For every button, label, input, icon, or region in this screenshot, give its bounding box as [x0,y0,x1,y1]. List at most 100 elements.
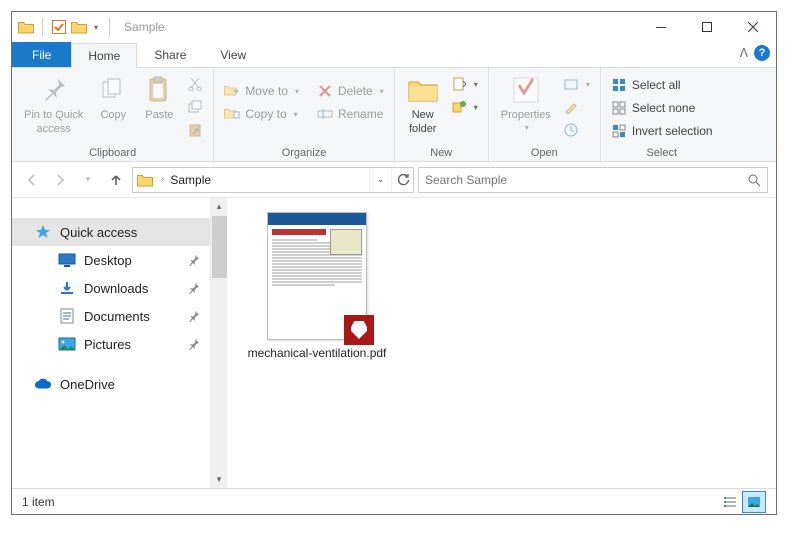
nav-scrollbar[interactable]: ▴ ▾ [210,198,227,488]
new-item-button[interactable]: ▾ [447,73,482,95]
chevron-down-icon: ▾ [525,123,529,133]
paste-icon [143,74,175,106]
pdf-badge-icon [344,315,374,345]
tab-file[interactable]: File [12,42,71,67]
rename-button[interactable]: Rename [313,103,388,125]
delete-icon [317,83,333,99]
desktop-icon [58,251,76,269]
new-folder-icon [407,74,439,106]
scroll-down-icon[interactable]: ▾ [211,471,227,488]
easy-access-button[interactable]: ▾ [447,96,482,118]
search-icon[interactable] [747,173,761,187]
invert-selection-button[interactable]: Invert selection [607,120,717,142]
file-list[interactable]: mechanical-ventilation.pdf [227,198,776,488]
up-button[interactable] [104,168,128,192]
select-all-icon [611,77,627,93]
quick-access-toolbar: ▾ [12,18,114,36]
history-button[interactable] [559,119,594,141]
delete-button[interactable]: Delete▾ [313,80,388,102]
pin-icon[interactable] [188,282,200,294]
file-name: mechanical-ventilation.pdf [247,346,387,362]
pin-icon[interactable] [188,338,200,350]
title-bar: ▾ Sample [12,12,776,42]
pin-to-quick-access-button[interactable]: Pin to Quick access [18,70,89,142]
file-explorer-window: ▾ Sample File Home Share View ᐱ ? [11,11,777,515]
properties-button[interactable]: Properties ▾ [495,70,557,142]
search-box[interactable] [418,167,768,193]
edit-button[interactable] [559,96,594,118]
address-dropdown-icon[interactable]: ⌄ [369,168,391,192]
pin-icon [38,74,70,106]
maximize-button[interactable] [684,12,730,42]
separator [42,18,43,36]
ribbon: Pin to Quick access Copy Paste [12,68,776,162]
minimize-button[interactable] [638,12,684,42]
folder-icon [18,19,34,35]
chevron-down-icon: ▾ [294,110,298,119]
copy-button[interactable]: Copy [91,70,135,142]
pin-icon[interactable] [188,310,200,322]
chevron-down-icon: ▾ [474,80,478,89]
pdf-thumbnail [267,212,367,340]
move-to-icon [224,83,240,99]
edit-icon [563,99,579,115]
nav-downloads[interactable]: Downloads [12,274,210,302]
invert-selection-icon [611,123,627,139]
close-button[interactable] [730,12,776,42]
cut-icon [187,76,203,92]
help-icon[interactable]: ? [754,45,770,61]
scroll-thumb[interactable] [212,216,227,278]
file-item[interactable]: mechanical-ventilation.pdf [247,212,387,362]
chevron-down-icon: ▾ [586,80,590,89]
copy-to-button[interactable]: Copy to▾ [220,103,303,125]
properties-check-icon[interactable] [51,19,67,35]
onedrive-icon [34,375,52,393]
move-to-button[interactable]: Move to▾ [220,80,303,102]
navigation-bar: ▾ › Sample ⌄ [12,162,776,198]
paste-shortcut-button[interactable] [183,119,207,141]
select-none-button[interactable]: Select none [607,97,717,119]
folder-icon[interactable] [71,19,87,35]
pin-icon[interactable] [188,254,200,266]
ribbon-collapse-icon[interactable]: ᐱ [740,46,748,60]
tab-share[interactable]: Share [137,42,203,67]
select-all-button[interactable]: Select all [607,74,717,96]
nav-pictures[interactable]: Pictures [12,330,210,358]
chevron-down-icon: ▾ [295,87,299,96]
group-label-select: Select [607,145,717,161]
cut-button[interactable] [183,73,207,95]
nav-onedrive[interactable]: OneDrive [12,370,210,398]
new-folder-button[interactable]: New folder [401,70,445,142]
copy-to-icon [224,106,240,122]
thumbnails-view-button[interactable] [742,491,766,513]
scroll-up-icon[interactable]: ▴ [211,198,227,215]
copy-path-button[interactable] [183,96,207,118]
refresh-button[interactable] [391,168,413,192]
breadcrumb-segment[interactable]: Sample [168,173,369,187]
nav-documents[interactable]: Documents [12,302,210,330]
tab-view[interactable]: View [203,42,263,67]
paste-shortcut-icon [187,122,203,138]
address-bar[interactable]: › Sample ⌄ [132,167,414,193]
qat-dropdown-icon[interactable]: ▾ [91,23,101,32]
group-label-new: New [401,145,482,161]
forward-button[interactable] [48,168,72,192]
back-button[interactable] [20,168,44,192]
group-label-open: Open [495,145,594,161]
details-view-button[interactable] [718,491,742,513]
nav-quick-access[interactable]: Quick access [12,218,210,246]
paste-button[interactable]: Paste [137,70,181,142]
copy-path-icon [187,99,203,115]
item-count: 1 item [22,495,55,509]
history-icon [563,122,579,138]
tab-home[interactable]: Home [71,43,137,68]
window-title: Sample [124,20,638,34]
nav-desktop[interactable]: Desktop [12,246,210,274]
search-input[interactable] [425,173,747,187]
recent-dropdown-icon[interactable]: ▾ [76,168,100,192]
breadcrumb-separator-icon[interactable]: › [157,174,168,185]
navigation-pane: Quick access Desktop Downloads Documents… [12,198,210,488]
open-button[interactable]: ▾ [559,73,594,95]
open-icon [563,76,579,92]
ribbon-group-organize: Move to▾ Copy to▾ Delete▾ Rename Organiz… [214,68,394,161]
